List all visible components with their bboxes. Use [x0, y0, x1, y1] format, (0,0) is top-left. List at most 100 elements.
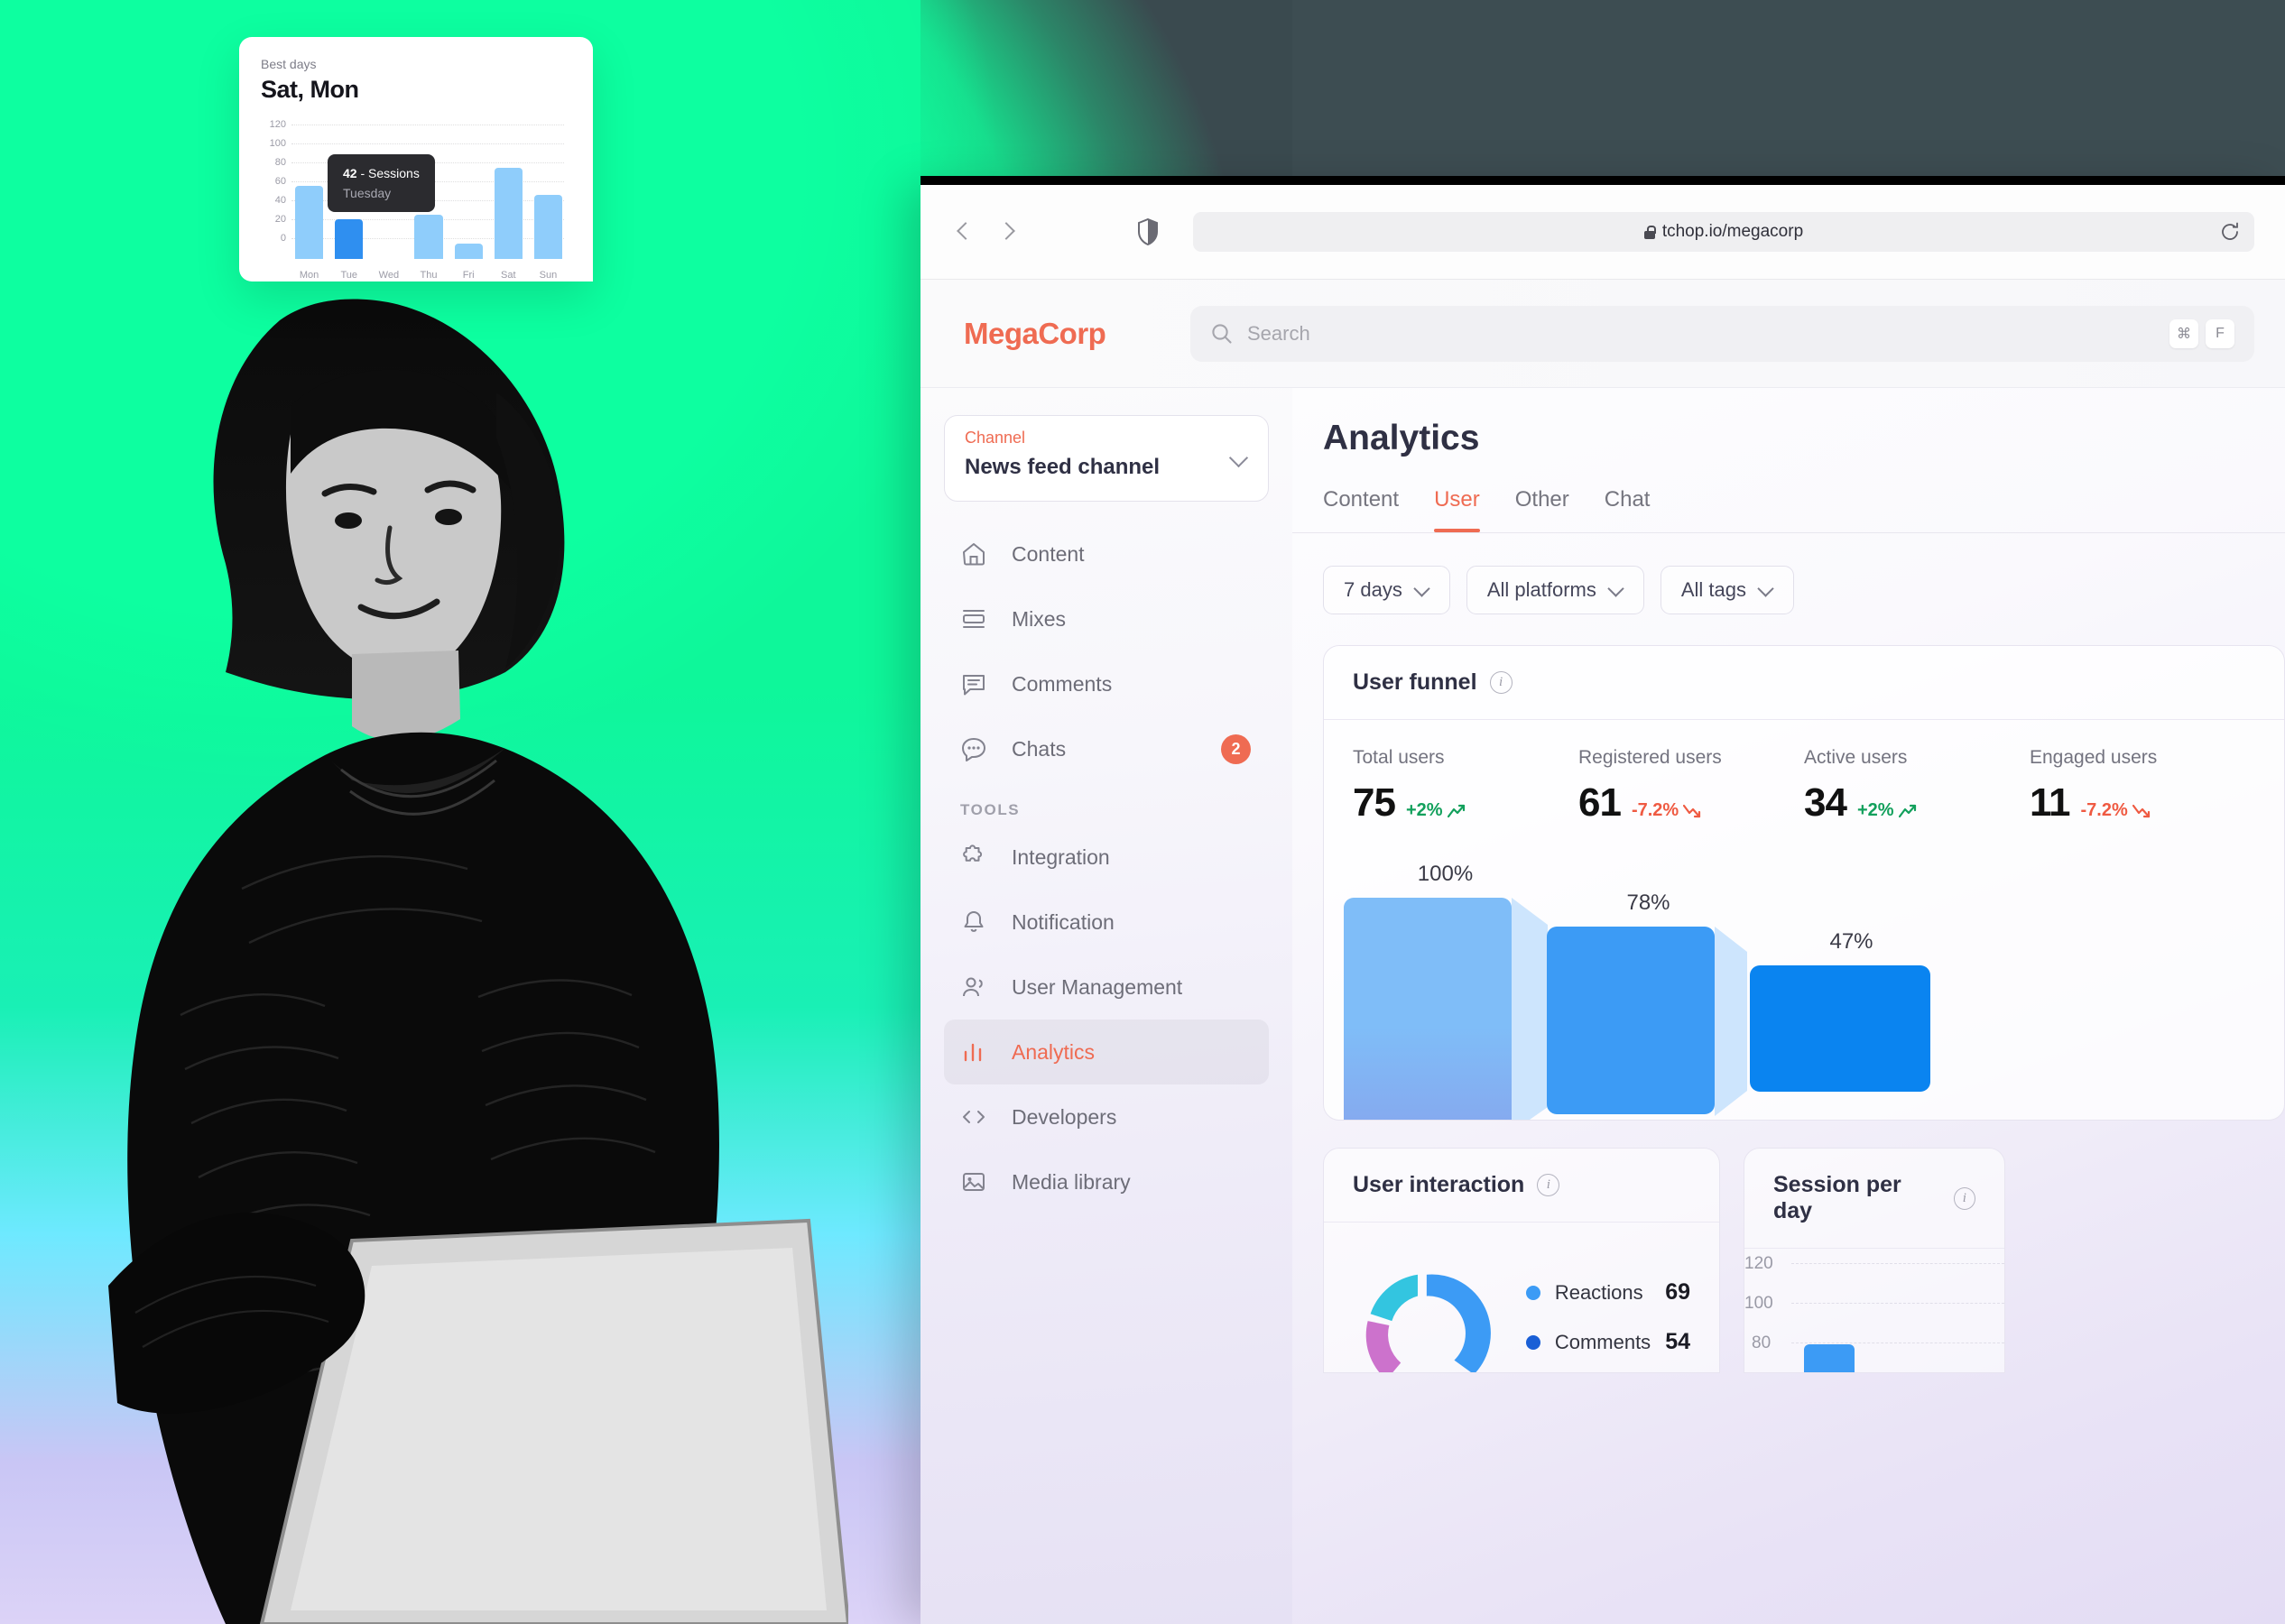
- y-tick-label: 100: [1744, 1294, 1773, 1313]
- bar-tue[interactable]: [335, 219, 364, 259]
- session-per-day-chart: 120 100 80 60: [1744, 1249, 2004, 1372]
- url-bar[interactable]: tchop.io/megacorp: [1193, 212, 2254, 252]
- y-tick-label: 0: [280, 233, 286, 244]
- search-placeholder: Search: [1247, 321, 1310, 345]
- x-tick-label: Wed: [378, 270, 400, 281]
- chevron-down-icon: [1609, 583, 1624, 597]
- stat-label: Registered users: [1578, 747, 1722, 768]
- bar-fri[interactable]: [454, 244, 483, 259]
- legend-label: Reactions: [1554, 1280, 1643, 1304]
- funnel-percent-label: 47%: [1829, 929, 1873, 954]
- y-tick-label: 100: [269, 138, 286, 149]
- bar-sun[interactable]: [533, 195, 562, 259]
- best-days-floating-card: Best days Sat, Mon 120 100 80 60 40 20 0: [239, 37, 593, 281]
- info-icon[interactable]: i: [1537, 1174, 1560, 1196]
- user-funnel-card: User funnel i Total users 75 +2% Registe…: [1323, 645, 2285, 1121]
- tab-user[interactable]: User: [1434, 487, 1480, 532]
- session-per-day-card: Session per day i 120 100 80 60: [1744, 1148, 2005, 1373]
- sidebar-item-chats[interactable]: Chats 2: [944, 716, 1269, 781]
- search-input[interactable]: Search ⌘ F: [1190, 305, 2254, 362]
- bar-sat[interactable]: [494, 168, 523, 259]
- funnel-stage-3: 47%: [1750, 929, 1953, 1092]
- chevron-down-icon: [1759, 583, 1773, 597]
- shield-icon[interactable]: [1137, 218, 1159, 245]
- sidebar-item-comments[interactable]: Comments: [944, 651, 1269, 716]
- filter-bar: 7 days All platforms All tags: [1292, 533, 2285, 614]
- gridline: [1791, 1263, 2004, 1264]
- legend-value: 54: [1665, 1329, 1690, 1354]
- bar-mon[interactable]: [295, 186, 324, 259]
- user-interaction-chart: Reactions 69 Comments 54: [1324, 1223, 1719, 1372]
- x-tick-label: Mon: [299, 270, 319, 281]
- funnel-percent-label: 100%: [1417, 862, 1474, 886]
- chevron-right-icon[interactable]: [996, 220, 1020, 244]
- page-title: Analytics: [1323, 419, 1480, 457]
- app-header: MegaCorp Search ⌘ F: [920, 280, 2285, 388]
- y-tick-label: 40: [274, 195, 286, 206]
- sidebar-item-analytics[interactable]: Analytics: [944, 1020, 1269, 1084]
- x-tick-label: Sun: [539, 270, 558, 281]
- app-body: Channel News feed channel Content Mixes: [920, 388, 2285, 1624]
- sidebar-item-label: Chats: [1012, 736, 1067, 761]
- analytics-tabs: Content User Other Chat: [1292, 487, 2285, 532]
- chevron-left-icon[interactable]: [951, 220, 975, 244]
- trend-up-icon: [1447, 804, 1465, 817]
- channel-selector[interactable]: Channel News feed channel: [944, 415, 1269, 502]
- filter-tags[interactable]: All tags: [1660, 566, 1795, 614]
- layout-stack-icon: [960, 605, 987, 632]
- legend-item-reactions: Reactions 69: [1525, 1279, 1690, 1306]
- sidebar-item-content[interactable]: Content: [944, 521, 1269, 586]
- sidebar-item-mixes[interactable]: Mixes: [944, 586, 1269, 651]
- y-tick-label: 80: [1752, 1333, 1772, 1352]
- sidebar-item-label: Content: [1012, 541, 1085, 566]
- y-tick-label: 80: [274, 157, 286, 168]
- x-tick-label: Thu: [420, 270, 438, 281]
- users-icon: [960, 973, 987, 1001]
- stat-delta: +2%: [1857, 800, 1917, 821]
- stat-engaged-users: Engaged users 11 -7.2%: [2030, 747, 2255, 826]
- puzzle-icon: [960, 844, 987, 871]
- sidebar-item-label: Notification: [1012, 909, 1115, 934]
- x-tick-label: Tue: [340, 270, 357, 281]
- stat-value: 61: [1578, 780, 1622, 825]
- bar-thu[interactable]: [414, 215, 443, 259]
- filter-date-range[interactable]: 7 days: [1323, 566, 1450, 614]
- sidebar-item-media-library[interactable]: Media library: [944, 1149, 1269, 1214]
- sidebar-section-tools: TOOLS: [960, 801, 1021, 818]
- reload-icon[interactable]: [2220, 222, 2240, 242]
- tab-other[interactable]: Other: [1515, 487, 1569, 532]
- stat-delta: -7.2%: [2081, 800, 2151, 821]
- stat-value: 34: [1804, 780, 1847, 825]
- sidebar-item-label: Comments: [1012, 671, 1113, 696]
- filter-platforms[interactable]: All platforms: [1466, 566, 1644, 614]
- sidebar-item-label: User Management: [1012, 974, 1183, 999]
- y-tick-label: 60: [274, 176, 286, 187]
- user-funnel-chart: 100% 78% 47%: [1324, 849, 2284, 1120]
- info-icon[interactable]: i: [1953, 1186, 1975, 1210]
- sidebar-item-notification[interactable]: Notification: [944, 890, 1269, 955]
- sidebar-item-user-management[interactable]: User Management: [944, 955, 1269, 1020]
- legend-color-dot: [1525, 1285, 1540, 1300]
- kbd-command: ⌘: [2169, 318, 2198, 348]
- card-title: Session per day: [1773, 1172, 1901, 1223]
- person-illustration: [108, 299, 848, 1624]
- best-days-chart: 120 100 80 60 40 20 0 Mon Tue Wed Thu Fr…: [261, 119, 571, 281]
- filter-label: All platforms: [1486, 578, 1596, 601]
- info-icon[interactable]: i: [1489, 671, 1513, 694]
- sidebar-item-label: Mixes: [1012, 606, 1067, 631]
- brand-logo[interactable]: MegaCorp: [951, 317, 1190, 351]
- legend-value: 69: [1665, 1279, 1690, 1305]
- browser-toolbar: tchop.io/megacorp: [920, 185, 2285, 280]
- donut-chart: [1365, 1274, 1491, 1372]
- tab-content[interactable]: Content: [1323, 487, 1399, 532]
- chart-icon: [960, 1038, 987, 1066]
- tab-chat[interactable]: Chat: [1605, 487, 1651, 532]
- x-tick-label: Fri: [462, 270, 475, 281]
- sidebar-item-integration[interactable]: Integration: [944, 825, 1269, 890]
- browser-nav-buttons: [951, 220, 1020, 244]
- legend-label: Comments: [1554, 1330, 1651, 1353]
- chats-badge: 2: [1221, 734, 1251, 764]
- sidebar-item-developers[interactable]: Developers: [944, 1084, 1269, 1149]
- user-interaction-card: User interaction i Reactions 69 Comments…: [1323, 1148, 1720, 1373]
- sidebar: Channel News feed channel Content Mixes: [920, 388, 1292, 1624]
